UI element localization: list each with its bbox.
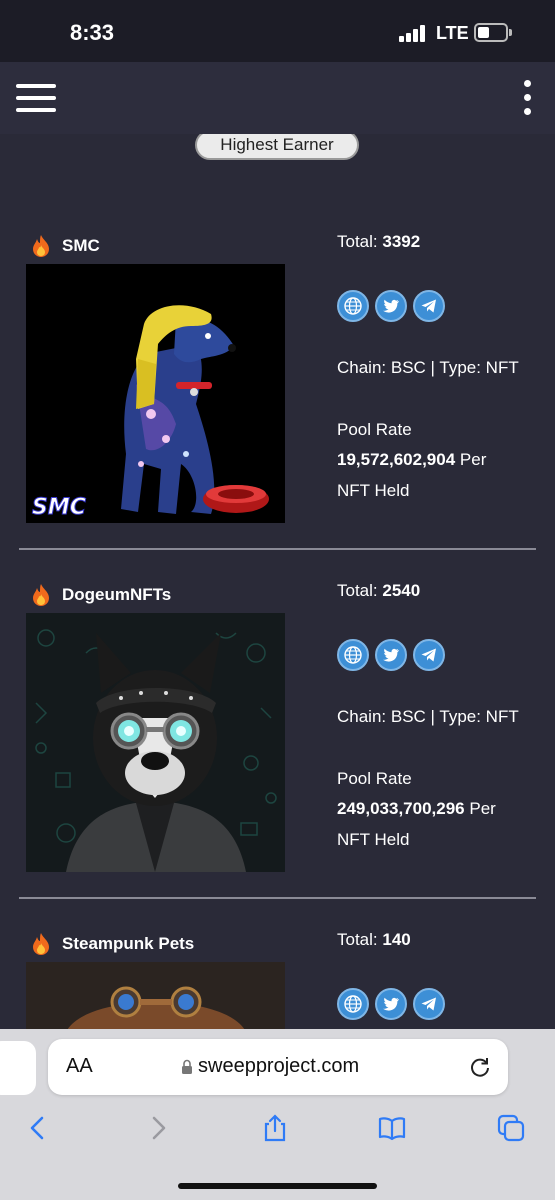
twitter-icon[interactable] bbox=[375, 988, 407, 1020]
fire-icon bbox=[33, 235, 49, 257]
nft-image[interactable] bbox=[26, 613, 285, 872]
forward-icon[interactable] bbox=[143, 1113, 173, 1143]
telegram-icon[interactable] bbox=[413, 290, 445, 322]
collection-card: Steampunk Pets Total: 140 bbox=[0, 928, 555, 1029]
network-label: LTE bbox=[436, 23, 469, 43]
total-text: Total: 140 bbox=[337, 930, 411, 949]
tabs-icon[interactable] bbox=[496, 1113, 526, 1143]
total-value: 2540 bbox=[382, 581, 421, 600]
globe-icon[interactable] bbox=[337, 290, 369, 322]
telegram-icon[interactable] bbox=[413, 639, 445, 671]
browser-bar: AA sweepproject.com bbox=[0, 1029, 555, 1200]
chain-type: Chain: BSC | Type: NFT bbox=[337, 358, 519, 377]
fire-icon bbox=[33, 933, 49, 955]
previous-tab-preview[interactable] bbox=[0, 1041, 36, 1095]
total-value: 140 bbox=[382, 930, 411, 949]
status-bar: 8:33 LTE bbox=[0, 0, 555, 62]
status-time: 8:33 bbox=[70, 20, 115, 45]
hamburger-icon[interactable] bbox=[16, 84, 56, 112]
twitter-icon[interactable] bbox=[375, 639, 407, 671]
reader-options-button[interactable]: AA bbox=[66, 1055, 93, 1078]
total-text: Total: 3392 bbox=[337, 232, 421, 251]
globe-icon[interactable] bbox=[337, 639, 369, 671]
fire-icon bbox=[33, 584, 49, 606]
main-content: Highest Earner SMC SMC Total: 3392 Chain… bbox=[0, 134, 555, 1029]
reload-icon[interactable] bbox=[468, 1055, 492, 1079]
collection-name[interactable]: DogeumNFTs bbox=[62, 585, 171, 605]
pool-rate-value: 19,572,602,904 Per NFT Held bbox=[337, 450, 487, 500]
smc-logo: SMC bbox=[32, 495, 86, 520]
kebab-icon[interactable] bbox=[521, 80, 535, 116]
app-header bbox=[0, 62, 555, 134]
collection-name[interactable]: Steampunk Pets bbox=[62, 934, 194, 954]
chain-type: Chain: BSC | Type: NFT bbox=[337, 707, 519, 726]
total-text: Total: 2540 bbox=[337, 581, 421, 600]
nft-image[interactable] bbox=[26, 962, 285, 1029]
total-value: 3392 bbox=[382, 232, 421, 251]
card-divider bbox=[19, 548, 536, 550]
share-icon[interactable] bbox=[260, 1113, 290, 1143]
twitter-icon[interactable] bbox=[375, 290, 407, 322]
bookmarks-icon[interactable] bbox=[377, 1113, 407, 1143]
nft-image[interactable]: SMC bbox=[26, 264, 285, 523]
globe-icon[interactable] bbox=[337, 988, 369, 1020]
address-bar[interactable]: AA sweepproject.com bbox=[48, 1039, 508, 1095]
back-icon[interactable] bbox=[23, 1113, 53, 1143]
telegram-icon[interactable] bbox=[413, 988, 445, 1020]
battery-nub bbox=[509, 29, 512, 36]
battery-icon bbox=[474, 23, 508, 42]
pool-rate-label: Pool Rate bbox=[337, 769, 412, 788]
home-indicator bbox=[178, 1183, 377, 1189]
section-pill[interactable]: Highest Earner bbox=[195, 134, 359, 160]
url-text: sweepproject.com bbox=[198, 1055, 360, 1077]
lock-icon bbox=[182, 1059, 192, 1074]
card-divider bbox=[19, 897, 536, 899]
collection-name[interactable]: SMC bbox=[62, 236, 100, 256]
pool-rate-label: Pool Rate bbox=[337, 420, 412, 439]
pool-rate-value: 249,033,700,296 Per NFT Held bbox=[337, 799, 496, 849]
signal-icon bbox=[399, 24, 429, 42]
